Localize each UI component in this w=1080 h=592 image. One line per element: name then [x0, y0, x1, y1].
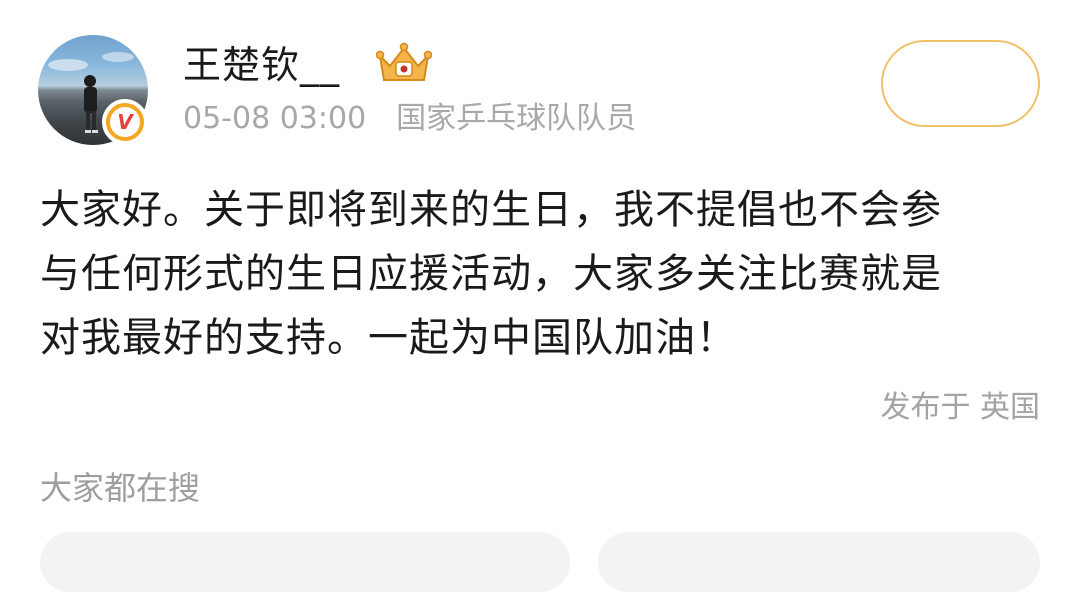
post-body-line: 大家好。关于即将到来的生日，我不提倡也不会参	[40, 187, 942, 233]
author-name[interactable]: 王楚钦__	[183, 40, 340, 90]
crown-badge-icon[interactable]	[376, 42, 432, 86]
verified-v-icon: V	[110, 107, 140, 137]
post-body: 大家好。关于即将到来的生日，我不提倡也不会参 与任何形式的生日应援活动，大家多关…	[40, 178, 1040, 370]
author-avatar-wrap[interactable]: V	[38, 35, 148, 145]
verified-badge: V	[102, 99, 148, 145]
trending-chip[interactable]	[598, 532, 1040, 592]
post-location: 发布于 英国	[880, 390, 1040, 425]
follow-button[interactable]	[881, 40, 1040, 127]
post-body-line: 与任何形式的生日应援活动，大家多关注比赛就是	[40, 251, 942, 297]
trending-chip[interactable]	[40, 532, 570, 592]
post-meta: 05-08 03:00 国家乒乓球队队员	[183, 98, 636, 140]
post-time: 05-08 03:00	[183, 101, 367, 136]
post-source: 国家乒乓球队队员	[396, 101, 637, 136]
post-body-line: 对我最好的支持。一起为中国队加油！	[40, 315, 737, 361]
trending-title: 大家都在搜	[40, 469, 201, 507]
